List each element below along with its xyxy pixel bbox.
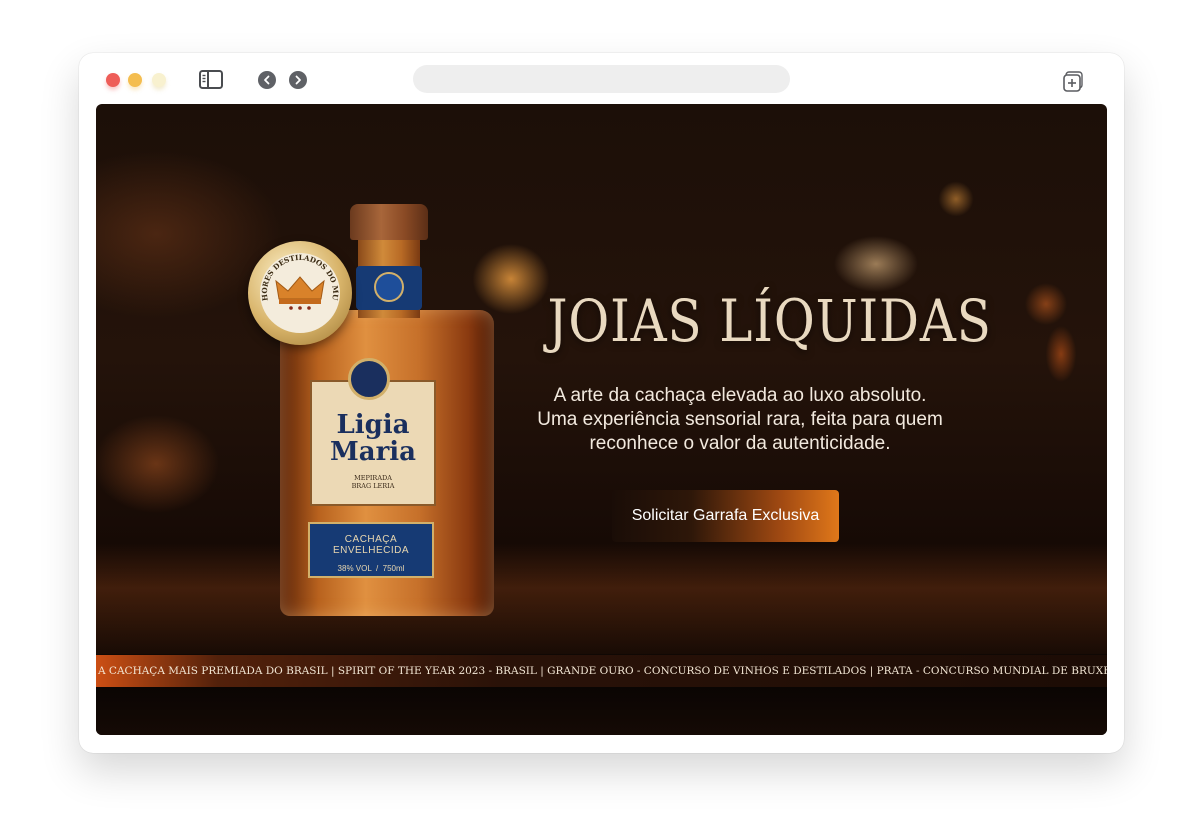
request-bottle-button[interactable]: Solicitar Garrafa Exclusiva [612,490,839,542]
maximize-window-button[interactable] [152,73,166,87]
brand-name-line1: Ligia [336,410,410,440]
product-abv: 38% VOL [337,564,372,573]
product-specs: 38% VOL / 750ml [337,564,405,573]
hero-subtitle-line3: reconhece o valor da autenticidade. [589,433,891,454]
awards-ticker: A CACHAÇA MAIS PREMIADA DO BRASIL | SPIR… [96,655,1107,687]
label-small-text1: MEPIRADA [354,474,392,482]
bottle-cork [350,204,428,240]
hero-title: JOIAS LÍQUIDAS [547,287,992,355]
minimize-window-button[interactable] [128,73,142,87]
hero-subtitle-line2: Uma experiência sensorial rara, feita pa… [537,409,943,430]
neck-emblem-icon [374,272,404,302]
browser-toolbar [79,53,1124,105]
crown-icon [275,276,325,310]
table-backdrop [96,544,1107,654]
bottle-sublabel: CACHAÇA ENVELHECIDA 38% VOL / 750ml [308,522,434,578]
chevron-left-icon [264,75,270,85]
close-window-button[interactable] [106,73,120,87]
chevron-right-icon [295,75,301,85]
new-tab-icon[interactable] [1063,71,1083,92]
browser-window: Ligia Maria MEPIRADA BRAG LERIA CACHAÇA … [79,53,1124,753]
label-small-text2: BRAG LERIA [351,482,395,490]
address-bar[interactable] [413,65,790,93]
award-medal: MELHORES DESTILADOS DO MUNDO [248,241,352,345]
sidebar-icon[interactable] [199,70,223,89]
forward-button[interactable] [289,71,307,89]
hero-subtitle: A arte da cachaça elevada ao luxo absolu… [508,384,972,456]
portrait-crest-icon [348,358,390,400]
neck-band [356,266,422,310]
awards-ticker-text: A CACHAÇA MAIS PREMIADA DO BRASIL | SPIR… [98,665,1107,677]
page-footer-band [96,687,1107,735]
brand-name-line2: Maria [329,437,417,467]
page-viewport: Ligia Maria MEPIRADA BRAG LERIA CACHAÇA … [96,104,1107,735]
product-volume: 750ml [382,564,405,573]
hero-subtitle-line1: A arte da cachaça elevada ao luxo absolu… [553,385,927,406]
product-type: CACHAÇA ENVELHECIDA [332,534,410,556]
back-button[interactable] [258,71,276,89]
